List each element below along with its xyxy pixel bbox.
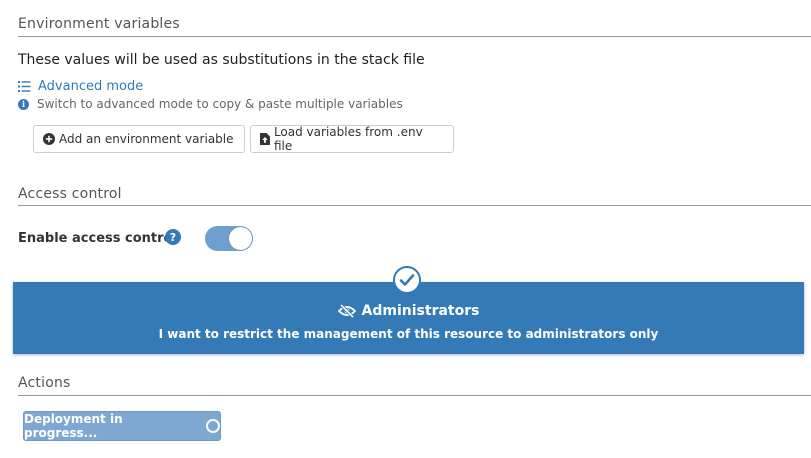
actions-section-divider	[18, 395, 811, 396]
question-circle-icon[interactable]: ?	[165, 229, 181, 245]
advanced-mode-hint: i Switch to advanced mode to copy & past…	[18, 97, 403, 111]
eye-slash-icon	[337, 304, 356, 318]
env-section-title: Environment variables	[18, 16, 180, 32]
add-env-variable-button[interactable]: Add an environment variable	[33, 125, 245, 153]
toggle-knob	[229, 227, 252, 250]
stack-form: Environment variables These values will …	[0, 0, 811, 458]
plus-circle-icon	[43, 133, 55, 145]
access-section-title: Access control	[18, 186, 122, 202]
add-env-variable-label: Add an environment variable	[59, 132, 234, 146]
load-env-file-button[interactable]: Load variables from .env file	[250, 125, 454, 153]
spinner-icon	[206, 419, 220, 433]
env-section-divider	[18, 36, 811, 37]
info-circle-icon: i	[18, 98, 29, 110]
load-env-file-label: Load variables from .env file	[273, 125, 423, 153]
env-description: These values will be used as substitutio…	[18, 52, 425, 68]
deploy-button-label: Deployment in progress...	[24, 412, 123, 440]
administrators-title: Administrators	[13, 303, 804, 319]
enable-access-control-label: Enable access control	[18, 231, 177, 246]
access-section-divider	[18, 205, 811, 206]
advanced-mode-label: Advanced mode	[38, 79, 144, 94]
actions-section-title: Actions	[18, 375, 71, 391]
administrators-description: I want to restrict the management of thi…	[158, 327, 659, 341]
administrators-title-text: Administrators	[361, 303, 480, 319]
deploy-button[interactable]: Deployment in progress...	[23, 411, 221, 441]
check-circle-icon	[393, 266, 421, 294]
advanced-mode-link[interactable]: Advanced mode	[18, 79, 143, 94]
advanced-mode-hint-text: Switch to advanced mode to copy & paste …	[37, 97, 403, 111]
list-icon	[18, 81, 31, 92]
access-control-toggle[interactable]	[205, 226, 253, 251]
file-upload-icon	[260, 133, 270, 145]
